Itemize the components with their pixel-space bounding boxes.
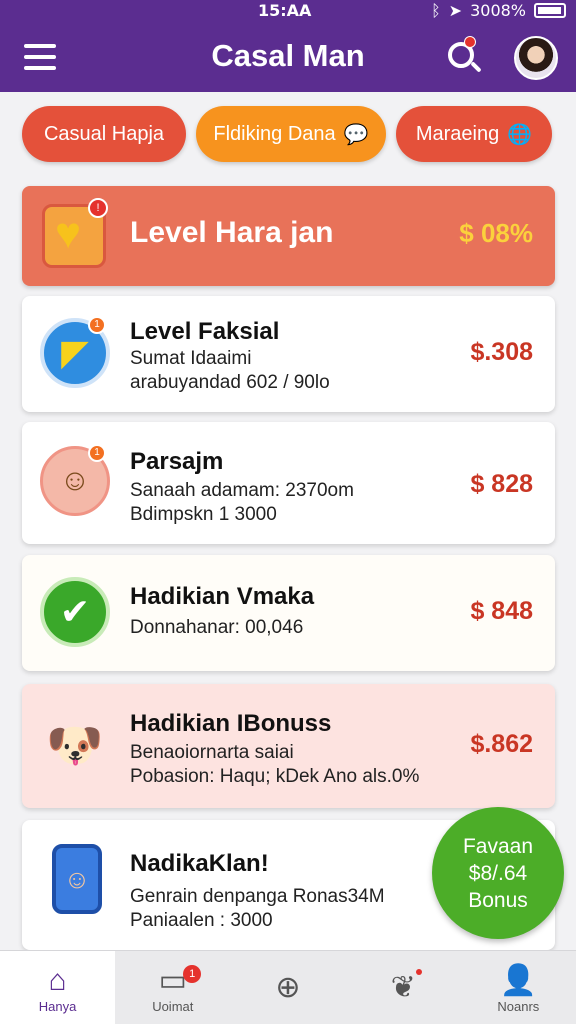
item-detail: Pobasion: Haqu; kDek Ano als.0% [130, 766, 420, 787]
nav-label: Hanya [38, 998, 77, 1014]
item-title: Hadikian Vmaka [130, 583, 315, 610]
fab-line-2: $8/.64 [468, 861, 528, 885]
item-detail: Paniaalen : 3000 [130, 910, 273, 931]
chip-label: Maraeing [415, 122, 500, 145]
battery-level: 3008% [470, 1, 526, 20]
item-subtitle: Donnahanar: 00,046 [130, 617, 304, 638]
profile-icon: 👤 [499, 963, 538, 997]
check-icon: ✔ [40, 577, 110, 647]
home-icon: ⌂ [48, 963, 67, 997]
nav-inbox[interactable]: ▭ 1 Uoimat [115, 951, 230, 1024]
banner-title: Level Hara jan [130, 216, 334, 249]
app-title: Casal Man [211, 38, 365, 73]
nav-profile[interactable]: 👤 Noanrs [461, 951, 576, 1024]
nav-badge: 1 [183, 965, 202, 983]
nav-home[interactable]: ⌂ Hanya [0, 951, 116, 1024]
leaf-icon: ❦ [390, 971, 416, 1004]
avatar[interactable] [514, 36, 558, 80]
level-banner[interactable]: ! Level Hara jan $ 08% [22, 186, 555, 286]
nav-leaf[interactable]: ❦ [346, 951, 461, 1024]
list-item[interactable]: ◤ 1 Level Faksial Sumat Idaaimi arabuyan… [22, 296, 555, 412]
fab-line-3: Bonus [468, 888, 528, 912]
item-subtitle: Genrain denpanga Ronas34M [130, 886, 385, 907]
status-time: 15:AA [258, 1, 312, 20]
item-title: Parsajm [130, 448, 224, 475]
fab-line-1: Favaan [462, 834, 534, 858]
list-item[interactable]: ☺ 1 Parsajm Sanaah adamam: 2370om Bdimps… [22, 422, 555, 544]
nav-label: Uoimat [152, 998, 194, 1014]
bottom-nav: ⌂ Hanya ▭ 1 Uoimat ⊕ ❦ 👤 Noanrs [0, 950, 576, 1024]
item-subtitle: Sanaah adamam: 2370om [130, 480, 354, 501]
chip-casual[interactable]: Casual Hapja [22, 106, 186, 162]
chip-fldiking[interactable]: Fldiking Dana 💬 [196, 106, 386, 162]
app-bar: Casal Man [0, 22, 576, 92]
item-detail: Bdimpskn 1 3000 [130, 504, 277, 525]
item-title: NadikaKlan! [130, 850, 269, 877]
nav-label: Noanrs [497, 998, 540, 1014]
search-icon[interactable] [446, 36, 482, 74]
chip-label: Fldiking Dana [213, 122, 336, 145]
dog-icon: 🐶 [46, 718, 104, 771]
item-subtitle: Benaoiornarta saiai [130, 742, 294, 763]
item-badge: 1 [88, 316, 106, 334]
banner-value: $ 08% [459, 218, 533, 248]
item-price: $ 828 [470, 470, 533, 498]
item-subtitle: Sumat Idaaimi [130, 348, 252, 369]
bonus-fab[interactable]: Favaan $8/.64 Bonus [432, 807, 564, 939]
inbox-icon: ▭ [158, 963, 187, 997]
chip-maraeing[interactable]: Maraeing 🌐 [396, 106, 552, 162]
add-circle-icon: ⊕ [275, 971, 301, 1004]
item-title: Level Faksial [130, 318, 280, 345]
chat-icon: 💬 [343, 123, 369, 146]
chip-label: Casual Hapja [43, 122, 165, 145]
item-price: $ 848 [470, 597, 533, 625]
battery-icon [534, 3, 566, 18]
nav-add[interactable]: ⊕ [230, 951, 345, 1024]
status-icons: ᛒ ➤ 3008% [431, 1, 566, 20]
item-title: Hadikian IBonuss [130, 710, 332, 737]
item-detail: arabuyandad 602 / 90lo [130, 372, 330, 393]
list-item[interactable]: ✔ Hadikian Vmaka Donnahanar: 00,046 $ 84… [22, 555, 555, 671]
banner-badge: ! [88, 198, 108, 218]
bluetooth-icon: ᛒ [431, 1, 441, 20]
globe-icon: 🌐 [507, 123, 533, 146]
status-bar: 15:AA ᛒ ➤ 3008% [0, 0, 576, 22]
notification-dot [464, 36, 476, 48]
item-badge: 1 [88, 444, 106, 462]
tablet-icon: ☺ [52, 844, 102, 914]
item-price: $.862 [470, 730, 533, 758]
item-price: $.308 [470, 338, 533, 366]
category-chips: Casual Hapja Fldiking Dana 💬 Maraeing 🌐 [0, 104, 576, 164]
location-icon: ➤ [448, 1, 463, 20]
list-item[interactable]: 🐶 Hadikian IBonuss Benaoiornarta saiai P… [22, 684, 555, 808]
notification-dot [415, 969, 422, 975]
